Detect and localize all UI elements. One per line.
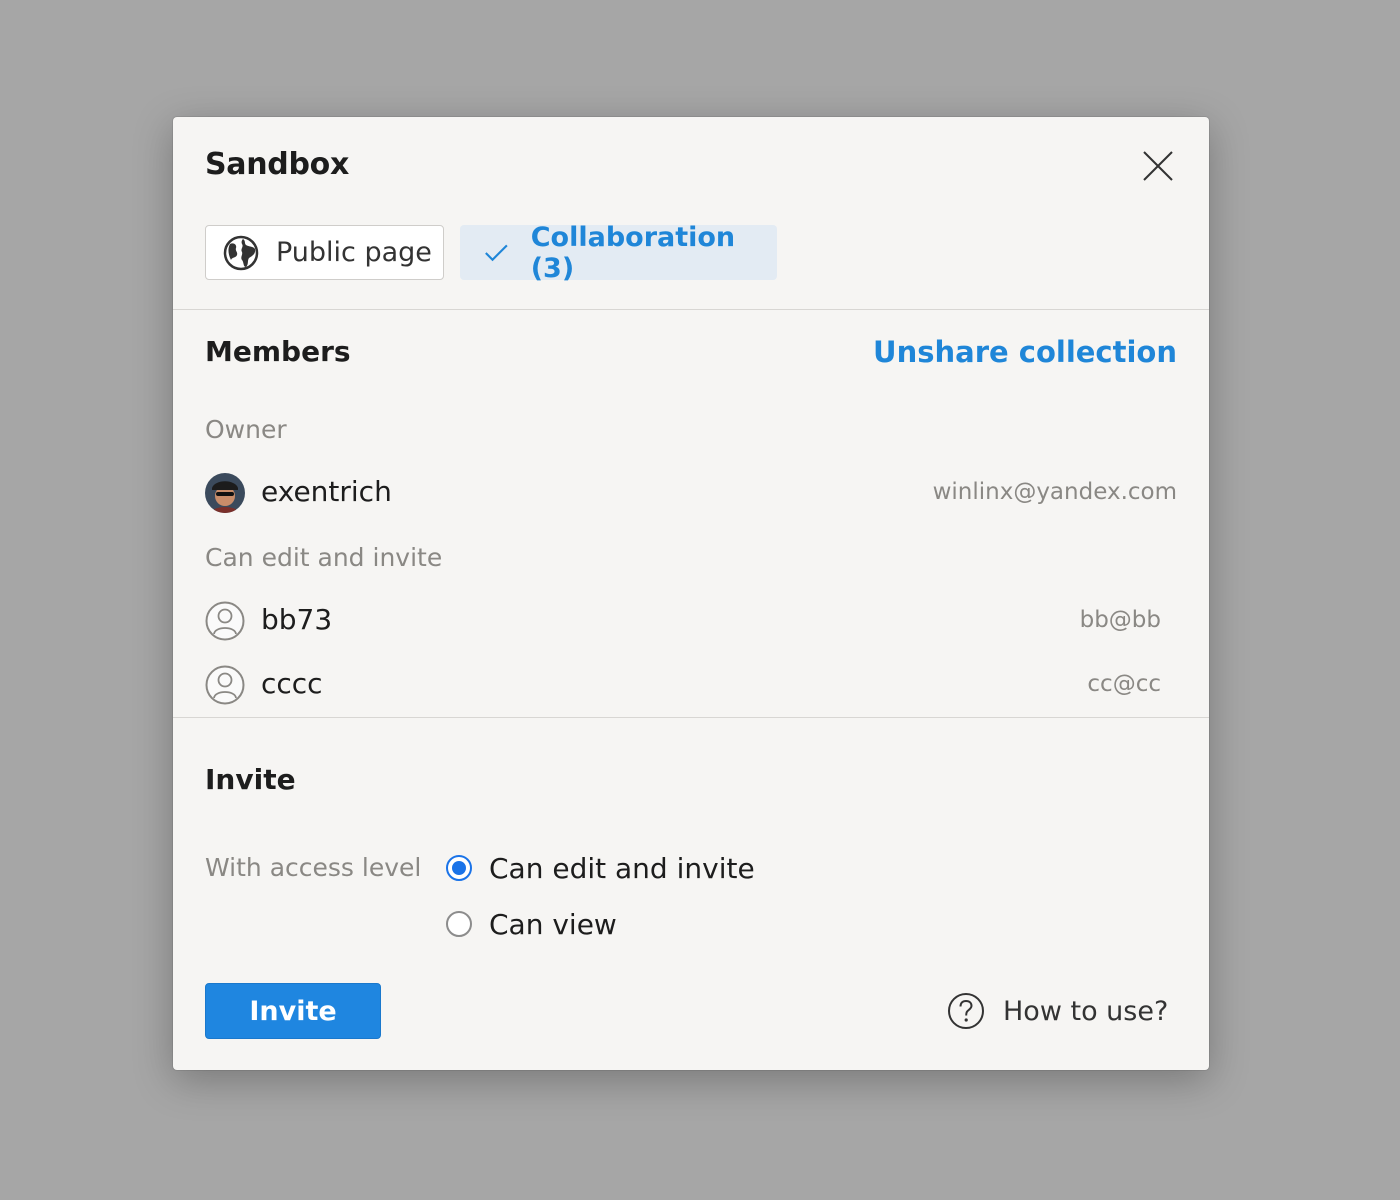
member-name: bb73 xyxy=(261,603,333,636)
share-tabs: Public page Collaboration (3) xyxy=(205,222,777,284)
members-divider xyxy=(173,717,1209,718)
access-option-label: Can view xyxy=(489,907,617,941)
editors-label: Can edit and invite xyxy=(205,543,443,572)
member-row-owner: exentrich winlinx@yandex.com xyxy=(205,473,1177,515)
radio-button[interactable] xyxy=(446,911,472,937)
avatar xyxy=(205,473,245,513)
member-email: cc@cc xyxy=(1087,671,1161,697)
access-option-view[interactable]: Can view xyxy=(446,907,617,941)
how-to-use-link[interactable]: How to use? xyxy=(947,992,1168,1030)
tab-public-page-label: Public page xyxy=(276,237,432,268)
header-divider xyxy=(173,309,1209,310)
member-email: winlinx@yandex.com xyxy=(932,479,1177,505)
unshare-collection-link[interactable]: Unshare collection xyxy=(873,335,1177,369)
members-heading: Members xyxy=(205,335,351,368)
close-button[interactable] xyxy=(1139,147,1177,185)
member-email: bb@bb xyxy=(1079,607,1161,633)
member-name: exentrich xyxy=(261,475,392,508)
owner-label: Owner xyxy=(205,415,287,444)
share-dialog: Sandbox Public page Collaboration (3) Me… xyxy=(173,117,1209,1070)
tab-collaboration[interactable]: Collaboration (3) xyxy=(460,222,777,284)
access-level-label: With access level xyxy=(205,853,422,882)
member-row: cccc cc@cc xyxy=(205,665,1177,707)
member-row: bb73 bb@bb xyxy=(205,601,1177,643)
tab-public-page[interactable]: Public page xyxy=(205,225,444,280)
user-placeholder-icon xyxy=(205,601,245,641)
user-placeholder-icon xyxy=(205,665,245,705)
tab-collaboration-label: Collaboration (3) xyxy=(530,221,736,284)
help-icon xyxy=(948,993,984,1029)
radio-button-checked[interactable] xyxy=(446,855,472,881)
access-option-edit[interactable]: Can edit and invite xyxy=(446,851,755,885)
dialog-title: Sandbox xyxy=(205,147,350,182)
checkmark-icon xyxy=(485,244,508,261)
access-option-label: Can edit and invite xyxy=(489,851,755,885)
close-icon xyxy=(1143,151,1173,181)
invite-heading: Invite xyxy=(205,763,296,796)
how-to-use-label: How to use? xyxy=(1003,995,1169,1027)
invite-button[interactable]: Invite xyxy=(205,983,381,1039)
member-name: cccc xyxy=(261,667,323,700)
globe-icon xyxy=(223,235,259,270)
